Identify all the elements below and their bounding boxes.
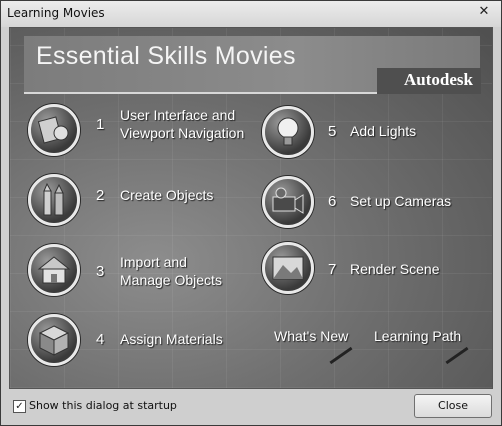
brand-logo: Autodesk: [404, 70, 473, 89]
item-number: 4: [96, 331, 105, 348]
header-banner: Essential Skills Movies Autodesk: [24, 36, 481, 94]
item-number: 2: [96, 187, 105, 204]
item-label-line1[interactable]: User Interface and: [120, 107, 235, 124]
lightbulb-icon[interactable]: [262, 106, 314, 158]
cube-icon[interactable]: [28, 314, 80, 366]
dialog-footer: ✓ Show this dialog at startup Close: [1, 389, 501, 425]
close-button[interactable]: Close: [414, 394, 492, 418]
window-title: Learning Movies: [7, 6, 105, 20]
whats-new-slash: [329, 346, 353, 365]
item-label[interactable]: Render Scene: [350, 261, 440, 278]
item-label[interactable]: Set up Cameras: [350, 193, 451, 210]
title-bar: Learning Movies ✕: [1, 1, 501, 27]
startup-checkbox-label[interactable]: Show this dialog at startup: [29, 399, 177, 412]
item-label[interactable]: Add Lights: [350, 123, 416, 140]
page-title: Essential Skills Movies: [36, 42, 296, 70]
window-close-icon[interactable]: ✕: [473, 3, 495, 21]
item-number: 7: [328, 261, 337, 278]
learning-path-link[interactable]: Learning Path: [374, 328, 461, 344]
learning-path-slash: [445, 346, 469, 365]
learning-movies-window: Learning Movies ✕ Essential Skills Movie…: [0, 0, 502, 426]
camera-icon[interactable]: [262, 176, 314, 228]
render-icon[interactable]: [262, 242, 314, 294]
house-icon[interactable]: [28, 244, 80, 296]
item-label[interactable]: Create Objects: [120, 187, 213, 204]
buildings-icon[interactable]: [28, 174, 80, 226]
viewport-icon[interactable]: [28, 104, 80, 156]
whats-new-link[interactable]: What's New: [274, 328, 348, 344]
item-number: 5: [328, 123, 337, 140]
item-number: 1: [96, 116, 105, 133]
item-number: 6: [328, 193, 337, 210]
item-label[interactable]: Assign Materials: [120, 331, 223, 348]
item-label-line2[interactable]: Viewport Navigation: [120, 125, 244, 142]
startup-checkbox[interactable]: ✓: [13, 400, 26, 413]
item-label-line1[interactable]: Import and: [120, 254, 187, 271]
movies-panel: Essential Skills Movies Autodesk 1 User …: [9, 27, 493, 389]
item-number: 3: [96, 263, 105, 280]
brand-box: Autodesk: [377, 68, 481, 94]
item-label-line2[interactable]: Manage Objects: [120, 272, 222, 289]
